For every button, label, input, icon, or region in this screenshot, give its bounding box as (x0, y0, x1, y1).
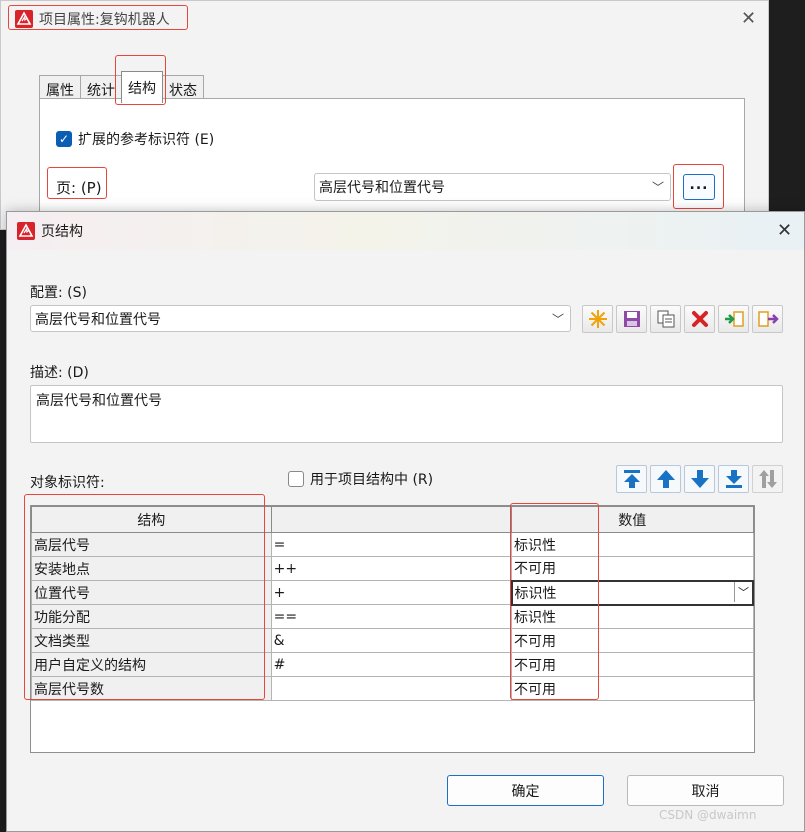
column-header-prefix[interactable] (270, 506, 513, 533)
save-icon[interactable] (616, 305, 647, 333)
structure-cell: 高层代号数 (31, 676, 272, 701)
extended-ref-option[interactable]: ✓ 扩展的参考标识符 (E) (56, 129, 214, 149)
chevron-down-icon[interactable]: ﹀ (734, 582, 751, 602)
page-structure-select[interactable]: 高层代号和位置代号 ﹀ (314, 173, 671, 201)
value-cell[interactable]: 不可用 (511, 628, 754, 653)
tab-structure[interactable]: 结构 (121, 71, 163, 103)
checkbox-checked-icon[interactable]: ✓ (56, 131, 72, 147)
move-up-icon[interactable] (650, 465, 681, 493)
structure-table: 结构 数值 高层代号 = 标识性 安装地点 ++ 不可用 位置代号 + 标识性 … (30, 505, 755, 753)
structure-cell: 功能分配 (31, 604, 272, 629)
structure-cell: 位置代号 (31, 580, 272, 605)
eplan-app-icon (17, 222, 35, 240)
prefix-cell: # (270, 652, 513, 677)
column-header-value[interactable]: 数值 (511, 506, 754, 533)
project-properties-window: 项目属性:复钩机器人 ✕ 属性 统计 结构 状态 ✓ 扩展的参考标识符 (E) … (0, 0, 769, 232)
window-title: 项目属性:复钩机器人 (39, 12, 170, 28)
dialog-title-bar: 页结构 ✕ (7, 212, 804, 250)
config-toolbar (582, 305, 783, 333)
window-title-bar: 项目属性:复钩机器人 (15, 7, 170, 31)
copy-icon[interactable] (650, 305, 681, 333)
table-row[interactable]: 高层代号 = 标识性 (31, 532, 754, 557)
config-label: 配置: (S) (30, 285, 87, 301)
table-header-row: 结构 数值 (31, 506, 754, 533)
table-row[interactable]: 位置代号 + 标识性 ﹀ (31, 579, 754, 606)
watermark: CSDN @dwaimn (659, 808, 757, 822)
page-select-value: 高层代号和位置代号 (319, 180, 445, 196)
chevron-down-icon: ﹀ (551, 312, 564, 326)
close-icon[interactable]: ✕ (741, 10, 756, 28)
eplan-app-icon (15, 10, 33, 28)
sort-icon[interactable] (752, 465, 783, 493)
value-cell[interactable]: 标识性 (511, 532, 754, 557)
value-cell[interactable]: 不可用 (511, 676, 754, 701)
page-label: 页: (P) (56, 179, 102, 197)
value-cell-text: 标识性 (514, 585, 557, 602)
export-icon[interactable] (752, 305, 783, 333)
object-id-label: 对象标识符: (30, 475, 105, 491)
checkbox-unchecked-icon[interactable] (288, 471, 304, 487)
description-textarea[interactable]: 高层代号和位置代号 (30, 385, 783, 443)
description-label: 描述: (D) (30, 365, 89, 381)
use-in-structure-option[interactable]: 用于项目结构中 (R) (288, 469, 433, 489)
page-browse-button[interactable]: ... (683, 174, 715, 200)
structure-cell: 安装地点 (31, 556, 272, 581)
chevron-down-icon: ﹀ (651, 180, 664, 195)
column-header-structure[interactable]: 结构 (31, 506, 272, 533)
import-icon[interactable] (718, 305, 749, 333)
structure-cell: 用户自定义的结构 (31, 652, 272, 677)
table-row[interactable]: 安装地点 ++ 不可用 (31, 556, 754, 581)
move-top-icon[interactable] (616, 465, 647, 493)
prefix-cell: = (270, 532, 513, 557)
value-cell[interactable]: 标识性 (511, 604, 754, 629)
value-cell[interactable]: 不可用 (511, 556, 754, 581)
config-select[interactable]: 高层代号和位置代号 ﹀ (30, 305, 571, 332)
prefix-cell: ++ (270, 556, 513, 581)
table-row[interactable]: 高层代号数 不可用 (31, 676, 754, 701)
use-in-structure-label: 用于项目结构中 (R) (310, 472, 434, 488)
config-select-value: 高层代号和位置代号 (35, 311, 161, 328)
move-bottom-icon[interactable] (718, 465, 749, 493)
page-structure-dialog: 页结构 ✕ 配置: (S) 高层代号和位置代号 ﹀ 描述: (D) 高层代号和位… (6, 211, 805, 832)
delete-icon[interactable] (684, 305, 715, 333)
structure-cell: 高层代号 (31, 532, 272, 557)
prefix-cell (270, 676, 513, 701)
value-dropdown-cell[interactable]: 标识性 ﹀ (510, 579, 754, 606)
extended-ref-label: 扩展的参考标识符 (E) (78, 132, 215, 148)
table-row[interactable]: 文档类型 & 不可用 (31, 628, 754, 653)
move-down-icon[interactable] (684, 465, 715, 493)
prefix-cell: & (270, 628, 513, 653)
prefix-cell: + (270, 580, 513, 605)
cancel-button[interactable]: 取消 (627, 775, 784, 806)
new-icon[interactable] (582, 305, 613, 333)
table-row[interactable]: 功能分配 == 标识性 (31, 604, 754, 629)
close-icon[interactable]: ✕ (777, 220, 792, 241)
value-cell[interactable]: 不可用 (511, 652, 754, 677)
structure-cell: 文档类型 (31, 628, 272, 653)
prefix-cell: == (270, 604, 513, 629)
row-order-toolbar (616, 465, 783, 493)
ok-button[interactable]: 确定 (447, 775, 604, 806)
dialog-title: 页结构 (41, 224, 83, 240)
table-row[interactable]: 用户自定义的结构 # 不可用 (31, 652, 754, 677)
